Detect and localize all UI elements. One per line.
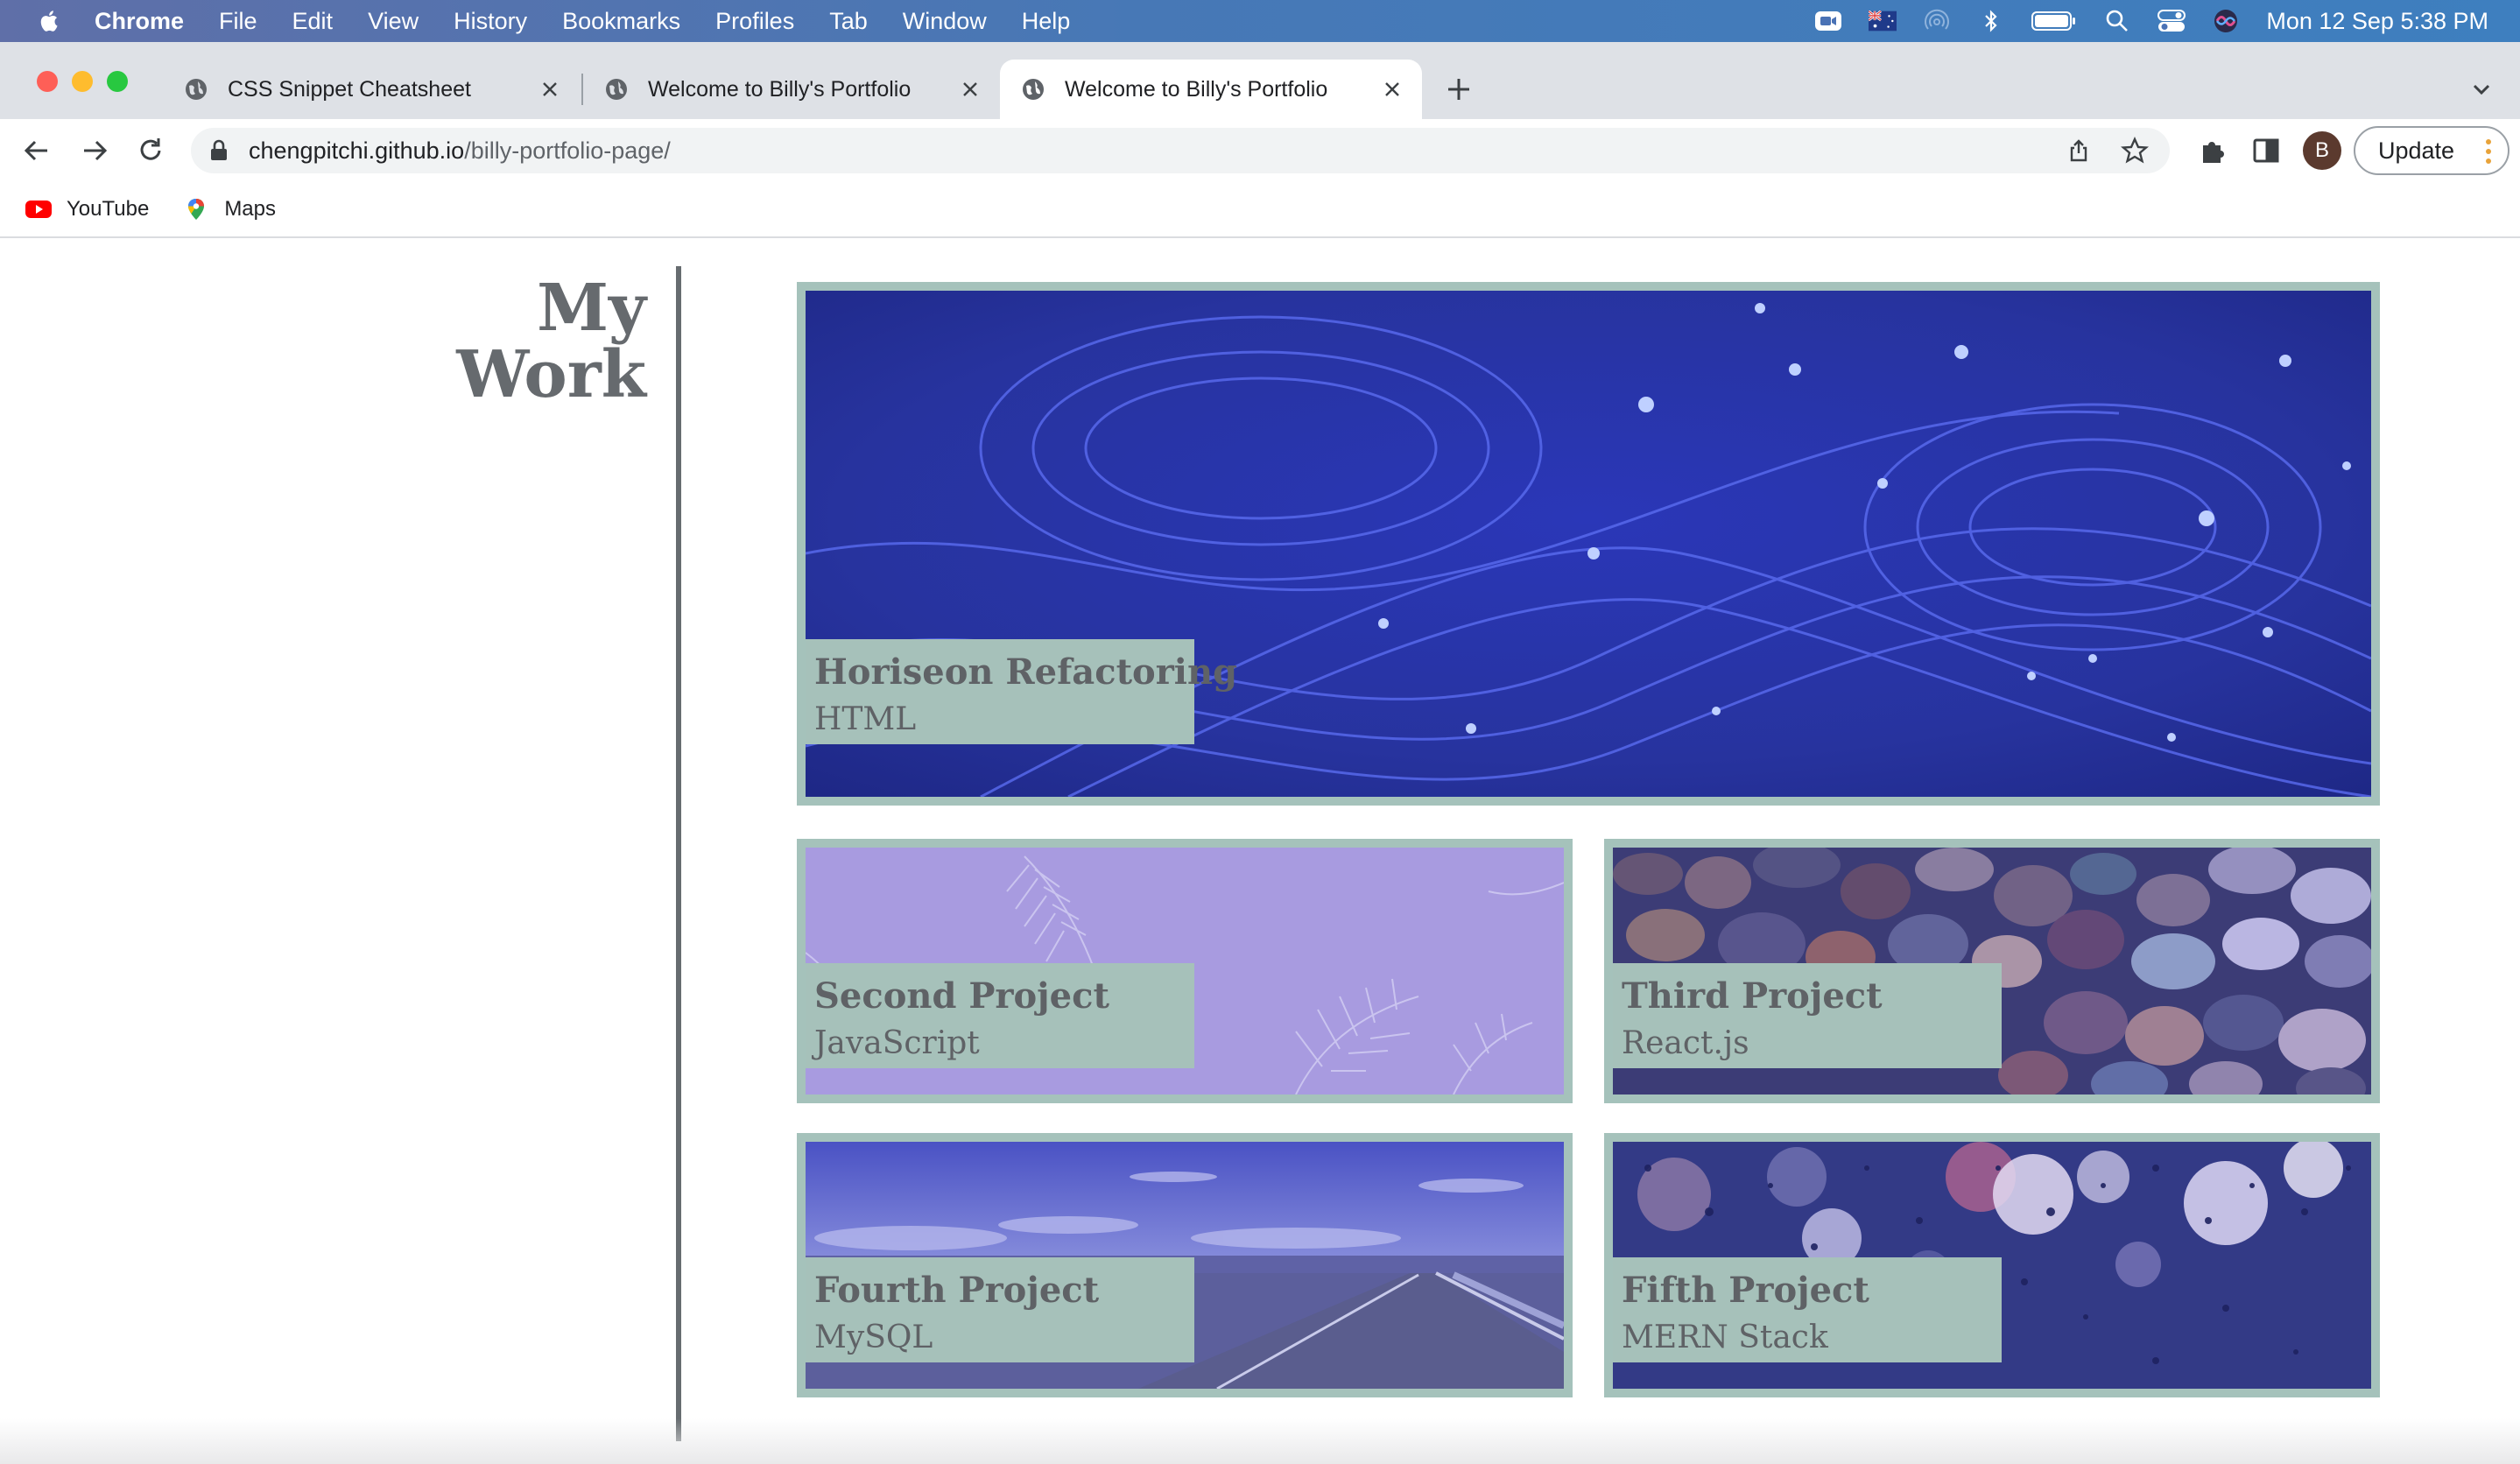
menu-help[interactable]: Help	[1022, 8, 1071, 35]
close-icon[interactable]	[1380, 77, 1404, 102]
tab-label: Welcome to Billy's Portfolio	[1065, 76, 1328, 102]
zoom-video-icon[interactable]	[1814, 9, 1842, 33]
lock-icon[interactable]	[208, 139, 229, 162]
window-minimize-button[interactable]	[72, 71, 93, 92]
youtube-icon	[25, 201, 52, 218]
bookmarks-bar: YouTube Maps	[0, 182, 2520, 238]
project-card-second[interactable]: Second Project JavaScript	[797, 839, 1573, 1103]
macos-menubar: Chrome File Edit View History Bookmarks …	[0, 0, 2520, 42]
back-arrow-icon[interactable]	[21, 135, 53, 166]
new-tab-plus-icon[interactable]	[1443, 74, 1475, 105]
side-panel-icon[interactable]	[2250, 135, 2282, 166]
globe-icon	[1023, 79, 1044, 100]
update-button[interactable]: Update	[2354, 126, 2509, 175]
portfolio-page: My Work Horiseon Refactoring HTML Second…	[0, 240, 2520, 1464]
bookmark-star-icon[interactable]	[2121, 137, 2149, 165]
globe-icon	[606, 79, 627, 100]
tab-billys-portfolio-active[interactable]: Welcome to Billy's Portfolio	[1000, 60, 1422, 119]
chevron-down-icon[interactable]	[2469, 77, 2494, 102]
close-icon[interactable]	[958, 77, 982, 102]
tab-billys-portfolio-1[interactable]: Welcome to Billy's Portfolio	[583, 60, 1000, 119]
window-zoom-button[interactable]	[107, 71, 128, 92]
battery-icon[interactable]	[2031, 9, 2077, 33]
project-tech: MySQL	[814, 1320, 933, 1355]
apple-logo-icon[interactable]	[37, 8, 63, 34]
project-title: Fourth Project	[814, 1270, 1100, 1311]
url-path: /billy-portfolio-page/	[464, 137, 671, 164]
project-card-fourth[interactable]: Fourth Project MySQL	[797, 1133, 1573, 1397]
heading-line-1: My	[537, 271, 646, 346]
address-bar[interactable]: chengpitchi.github.io/billy-portfolio-pa…	[191, 128, 2170, 173]
menu-bookmarks[interactable]: Bookmarks	[562, 8, 680, 35]
project-tech: React.js	[1622, 1025, 1749, 1061]
browser-tab-strip: CSS Snippet Cheatsheet Welcome to Billy'…	[0, 42, 2520, 119]
menu-view[interactable]: View	[368, 8, 419, 35]
share-icon[interactable]	[2066, 138, 2091, 163]
more-vertical-icon[interactable]	[2485, 138, 2492, 165]
menu-file[interactable]: File	[219, 8, 257, 35]
avatar-letter: B	[2314, 138, 2329, 162]
project-card-horiseon[interactable]: Horiseon Refactoring HTML	[797, 282, 2380, 806]
project-tech: HTML	[814, 701, 917, 737]
section-heading-my-work: My Work	[456, 275, 646, 408]
menu-history[interactable]: History	[454, 8, 527, 35]
menu-app-name[interactable]: Chrome	[95, 8, 184, 35]
url-host: chengpitchi.github.io	[249, 137, 465, 164]
control-center-icon[interactable]	[2157, 9, 2186, 33]
project-caption: Third Project React.js	[1613, 963, 2002, 1068]
project-caption: Fourth Project MySQL	[806, 1257, 1194, 1362]
project-tech: MERN Stack	[1622, 1320, 1828, 1355]
airdrop-icon[interactable]	[1923, 9, 1951, 33]
window-bottom-shadow	[0, 1418, 2520, 1464]
bookmark-label: Maps	[224, 197, 276, 221]
browser-toolbar: chengpitchi.github.io/billy-portfolio-pa…	[0, 119, 2520, 182]
project-card-third[interactable]: Third Project React.js	[1604, 839, 2380, 1103]
menubar-clock[interactable]: Mon 12 Sep 5:38 PM	[2266, 8, 2488, 35]
extensions-puzzle-icon[interactable]	[2196, 135, 2228, 166]
project-title: Third Project	[1622, 975, 1883, 1017]
project-tech: JavaScript	[814, 1025, 980, 1061]
bookmark-label: YouTube	[67, 197, 150, 221]
globe-icon	[186, 79, 207, 100]
update-label: Update	[2378, 137, 2455, 164]
spotlight-search-icon[interactable]	[2103, 9, 2131, 33]
tab-css-snippet-cheatsheet[interactable]: CSS Snippet Cheatsheet	[163, 60, 580, 119]
tab-label: CSS Snippet Cheatsheet	[228, 76, 471, 102]
bookmark-maps[interactable]: Maps	[182, 197, 276, 222]
heading-line-2: Work	[456, 337, 646, 412]
project-card-fifth[interactable]: Fifth Project MERN Stack	[1604, 1133, 2380, 1397]
bookmark-youtube[interactable]: YouTube	[25, 197, 149, 222]
menu-profiles[interactable]: Profiles	[715, 8, 794, 35]
section-divider-line	[676, 266, 681, 1441]
forward-arrow-icon[interactable]	[79, 135, 110, 166]
close-icon[interactable]	[538, 77, 562, 102]
flag-australia-icon[interactable]	[1869, 9, 1897, 33]
project-caption: Second Project JavaScript	[806, 963, 1194, 1068]
siri-icon[interactable]	[2212, 9, 2240, 33]
project-title: Horiseon Refactoring	[814, 651, 1238, 693]
window-close-button[interactable]	[37, 71, 58, 92]
maps-pin-icon	[188, 199, 205, 220]
project-caption: Fifth Project MERN Stack	[1613, 1257, 2002, 1362]
reload-icon[interactable]	[135, 135, 166, 166]
menu-window[interactable]: Window	[903, 8, 987, 35]
profile-avatar[interactable]: B	[2303, 131, 2341, 170]
project-title: Fifth Project	[1622, 1270, 1869, 1311]
menu-tab[interactable]: Tab	[829, 8, 868, 35]
project-title: Second Project	[814, 975, 1109, 1017]
bluetooth-icon[interactable]	[1977, 9, 2005, 33]
project-caption: Horiseon Refactoring HTML	[806, 639, 1238, 744]
menu-edit[interactable]: Edit	[292, 8, 334, 35]
tab-label: Welcome to Billy's Portfolio	[648, 76, 912, 102]
status-area: Mon 12 Sep 5:38 PM	[1788, 0, 2520, 42]
url-text[interactable]: chengpitchi.github.io/billy-portfolio-pa…	[249, 137, 671, 165]
